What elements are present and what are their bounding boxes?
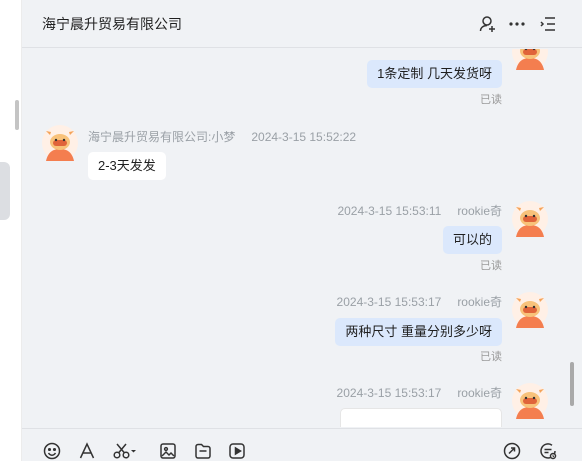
message-bubble[interactable]: 1条定制 几天发货呀 [367, 60, 502, 88]
message-list[interactable]: 1条定制 几天发货呀 已读 海宁晨升贸易有限公司:小梦 2024-3-15 15:… [22, 49, 582, 427]
conversation-list-edge [0, 0, 22, 461]
message-meta: 2024-3-15 15:53:11 rookie奇 [337, 202, 502, 219]
sender-name: 海宁晨升贸易有限公司:小梦 [88, 130, 236, 144]
read-receipt: 已读 [480, 260, 502, 272]
chat-header: 海宁晨升贸易有限公司 [22, 0, 582, 48]
add-user-icon[interactable] [478, 14, 498, 34]
message-bubble[interactable]: 两种尺寸 重量分别多少呀 [335, 318, 502, 346]
avatar[interactable] [512, 49, 548, 70]
input-toolbar [22, 428, 582, 461]
product-card-message[interactable] [340, 408, 502, 427]
sender-name: rookie奇 [457, 204, 502, 218]
conversation-list-scrollbar[interactable] [15, 100, 19, 130]
chat-panel: 海宁晨升贸易有限公司 1条定制 几天发货呀 已读 海宁晨升贸易有限公司:小梦 2… [22, 0, 582, 461]
more-icon[interactable] [507, 14, 527, 34]
emoji-icon[interactable] [42, 441, 62, 461]
message-bubble[interactable]: 可以的 [442, 226, 502, 254]
message-meta: 2024-3-15 15:53:17 rookie奇 [337, 384, 502, 401]
message-meta: 2024-3-15 15:53:17 rookie奇 [337, 293, 502, 310]
avatar[interactable] [512, 292, 548, 328]
read-receipt: 已读 [480, 351, 502, 363]
file-icon[interactable] [193, 441, 213, 461]
list-icon[interactable] [538, 14, 558, 34]
chat-history-icon[interactable] [538, 441, 558, 461]
image-icon[interactable] [158, 441, 178, 461]
avatar[interactable] [512, 201, 548, 237]
quick-reply-icon[interactable] [502, 441, 522, 461]
avatar[interactable] [512, 383, 548, 419]
font-icon[interactable] [77, 441, 97, 461]
sender-name: rookie奇 [457, 386, 502, 400]
read-receipt: 已读 [480, 94, 502, 106]
message-time: 2024-3-15 15:53:17 [336, 295, 442, 309]
message-time: 2024-3-15 15:52:22 [251, 130, 357, 144]
sender-name: rookie奇 [457, 295, 502, 309]
message-meta: 海宁晨升贸易有限公司:小梦 2024-3-15 15:52:22 [88, 128, 356, 145]
message-time: 2024-3-15 15:53:11 [337, 204, 442, 218]
chat-window: 海宁晨升贸易有限公司 1条定制 几天发货呀 已读 海宁晨升贸易有限公司:小梦 2… [0, 0, 582, 461]
chat-title: 海宁晨升贸易有限公司 [42, 16, 182, 32]
scissors-icon[interactable] [112, 441, 138, 461]
message-bubble[interactable]: 2-3天发发 [88, 152, 166, 180]
message-list-scrollbar[interactable] [570, 362, 574, 406]
message-time: 2024-3-15 15:53:17 [336, 386, 442, 400]
video-icon[interactable] [227, 441, 247, 461]
conversation-list-selected-item[interactable] [0, 162, 10, 220]
avatar[interactable] [42, 125, 78, 161]
